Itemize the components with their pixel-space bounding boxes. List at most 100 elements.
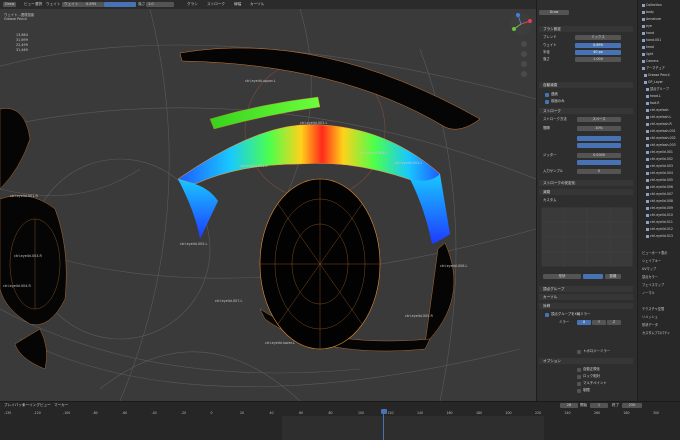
- start-frame[interactable]: 1: [590, 403, 608, 408]
- outliner-item[interactable]: GP_Layer: [644, 80, 663, 85]
- checkbox-vg-mirror[interactable]: [545, 313, 549, 317]
- weight-field[interactable]: 0.895: [84, 2, 104, 7]
- outliner-item[interactable]: ctrl.eyelash.002: [646, 136, 676, 141]
- mirror-z[interactable]: Z: [607, 320, 621, 325]
- outliner-item[interactable]: ctrl.eyelid.010: [646, 213, 673, 218]
- outliner-item[interactable]: hand: [642, 31, 654, 36]
- navigation-gizmo[interactable]: [508, 11, 534, 37]
- outliner-item[interactable]: body: [642, 10, 654, 15]
- mirror-x[interactable]: X: [577, 320, 591, 325]
- section-falloff[interactable]: 減衰: [539, 189, 633, 195]
- outliner-item[interactable]: アーマチュア: [642, 66, 665, 71]
- radius-field[interactable]: [104, 2, 136, 7]
- properties-section[interactable]: ビューポート表示: [642, 251, 668, 256]
- outliner-item[interactable]: ctrl.eyelid.004: [646, 171, 673, 176]
- properties-section[interactable]: 頂点カラー: [642, 275, 658, 280]
- 3d-viewport[interactable]: ウェイト...透視投影 Grease Pencil 13,864 31,699 …: [0, 9, 536, 401]
- falloff-shape[interactable]: 形状: [543, 274, 581, 279]
- outliner-item[interactable]: ctrl.eyelid.003: [646, 164, 673, 169]
- outliner-item[interactable]: ctrl.eyelid.013: [646, 234, 673, 239]
- outliner-item[interactable]: Camera: [642, 59, 659, 64]
- outliner-item[interactable]: ctrl.eyelash.003: [646, 143, 676, 148]
- brush-selector[interactable]: ウェイト: [62, 2, 84, 7]
- input-samples-field[interactable]: 0: [577, 169, 621, 174]
- section-stroke-stabilize[interactable]: ストロークの安定化: [539, 180, 633, 186]
- outliner-item[interactable]: light: [642, 52, 653, 57]
- outliner-item[interactable]: head: [642, 45, 654, 50]
- properties-section[interactable]: 形状データ: [642, 323, 658, 328]
- checkbox-lock-relative[interactable]: [577, 375, 581, 379]
- menu-falloff[interactable]: 線幅: [232, 2, 243, 7]
- menu-cursor[interactable]: カーソル: [248, 2, 266, 7]
- section-brush-settings[interactable]: ブラシ設定: [539, 26, 633, 32]
- menu-weight[interactable]: ウェイト: [44, 2, 62, 7]
- checkbox-restrict[interactable]: [577, 389, 581, 393]
- strength-field[interactable]: 1.0: [146, 2, 174, 7]
- outliner-item[interactable]: ctrl.eyelid.005: [646, 178, 673, 183]
- checkbox-auto-normalize[interactable]: [577, 368, 581, 372]
- outliner-item[interactable]: ctrl.eyelid.011: [646, 220, 673, 225]
- section-cursor[interactable]: カーソル: [539, 294, 633, 300]
- section-vertex-group[interactable]: 頂点グループ: [539, 286, 633, 292]
- properties-section[interactable]: UVマップ: [642, 267, 656, 272]
- section-falloff-auto[interactable]: 自動減衰: [539, 82, 633, 88]
- strength-slider[interactable]: 1.000: [575, 57, 621, 62]
- mirror-y[interactable]: Y: [592, 320, 606, 325]
- jitter-slider[interactable]: 0.0000: [577, 153, 621, 158]
- stroke-method-select[interactable]: スペース: [577, 117, 621, 122]
- properties-section[interactable]: ノーマル: [642, 291, 655, 296]
- properties-section[interactable]: テクスチャ空間: [642, 307, 664, 312]
- jitter-pressure[interactable]: [577, 160, 621, 165]
- outliner-item[interactable]: ctrl.eyelid.007: [646, 192, 673, 197]
- section-symmetry[interactable]: 対称: [539, 303, 633, 309]
- zoom-icon[interactable]: [521, 41, 527, 47]
- falloff-preset[interactable]: カスタム: [543, 198, 557, 203]
- falloff-distance-2[interactable]: 距離: [605, 274, 621, 279]
- mode-selector[interactable]: Draw: [3, 2, 17, 7]
- outliner-item[interactable]: ctrl.eyelid.001: [646, 150, 673, 155]
- end-frame[interactable]: 250: [622, 403, 642, 408]
- outliner-item[interactable]: ctrl.eyelash.R: [646, 122, 672, 127]
- outliner-item[interactable]: foot.R: [646, 101, 660, 106]
- outliner-item[interactable]: Armature: [642, 17, 661, 22]
- outliner-item[interactable]: Grease Pencil: [644, 73, 670, 78]
- outliner-item[interactable]: ctrl.eyelid.012: [646, 227, 673, 232]
- outliner-item[interactable]: ctrl.eyelid.002: [646, 157, 673, 162]
- checkbox-front-only[interactable]: [545, 100, 549, 104]
- outliner-item[interactable]: hand.001: [642, 38, 661, 43]
- tool-name[interactable]: Draw: [539, 10, 569, 15]
- outliner-item[interactable]: eye: [642, 24, 652, 29]
- outliner-item[interactable]: ctrl.eyelash: [646, 108, 669, 113]
- outliner-item[interactable]: ctrl.eyelid.008: [646, 199, 673, 204]
- blend-select[interactable]: ミックス: [575, 35, 621, 40]
- menu-view[interactable]: ビュー: [38, 403, 53, 408]
- section-stroke[interactable]: ストローク: [539, 108, 633, 114]
- properties-section[interactable]: フェイスマップ: [642, 283, 664, 288]
- weight-slider[interactable]: 0.895: [575, 43, 621, 48]
- current-frame[interactable]: 28: [560, 403, 578, 408]
- menu-marker[interactable]: マーカー: [52, 403, 70, 408]
- grid-icon[interactable]: [521, 71, 527, 77]
- dash-ratio-slider[interactable]: [577, 143, 621, 148]
- checkbox-multipaint[interactable]: [577, 382, 581, 386]
- checkbox-continuous[interactable]: [545, 93, 549, 97]
- outliner-item[interactable]: ctrl.eyelid.009: [646, 206, 673, 211]
- properties-section[interactable]: シェイプキー: [642, 259, 661, 264]
- checkbox-topology[interactable]: [577, 350, 581, 354]
- camera-icon[interactable]: [521, 61, 527, 67]
- menu-stroke[interactable]: ストローク: [205, 2, 227, 7]
- section-options[interactable]: オプション: [539, 358, 633, 364]
- falloff-curve[interactable]: [541, 207, 633, 267]
- dash-slider[interactable]: [577, 136, 621, 141]
- properties-section[interactable]: カスタムプロパティ: [642, 331, 670, 336]
- spacing-slider[interactable]: 10%: [577, 126, 621, 131]
- falloff-distance[interactable]: [583, 274, 603, 279]
- outliner-item[interactable]: head.L: [646, 94, 661, 99]
- menu-brush[interactable]: グラシ: [185, 2, 200, 7]
- outliner-item[interactable]: Collection: [642, 3, 662, 8]
- outliner-item[interactable]: ctrl.eyelash.001: [646, 129, 676, 134]
- playhead[interactable]: [381, 409, 387, 414]
- properties-section[interactable]: リメッシュ: [642, 315, 658, 320]
- outliner-item[interactable]: ctrl.eyelash.L: [646, 115, 671, 120]
- radius-slider[interactable]: 40 px: [575, 50, 621, 55]
